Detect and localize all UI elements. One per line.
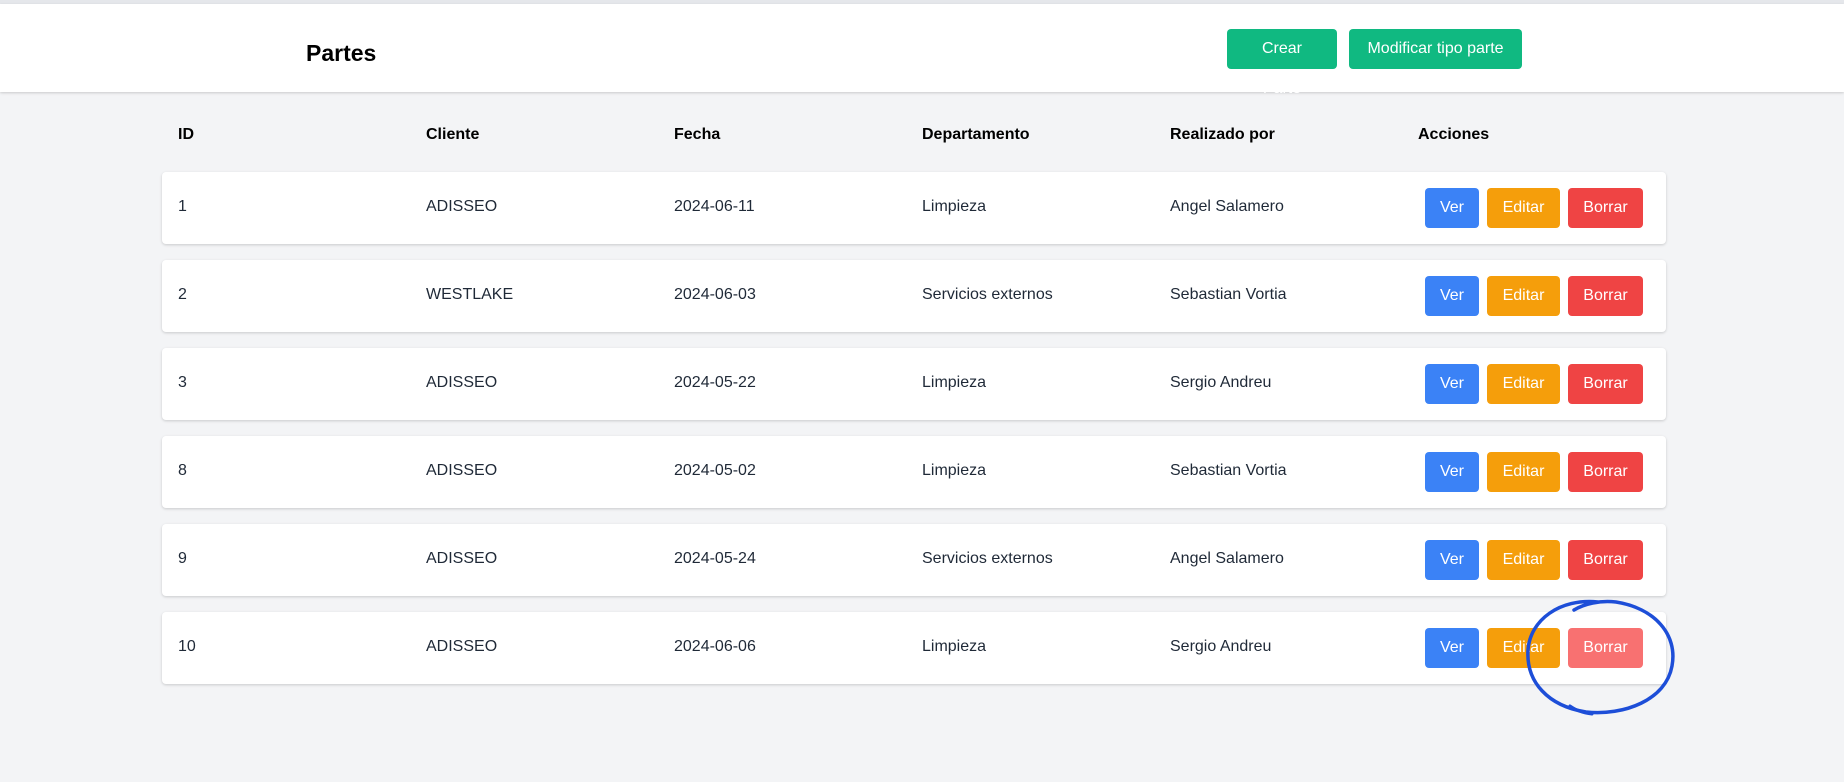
cell-realizado-por: Sebastian Vortia — [1170, 462, 1287, 479]
cell-fecha: 2024-06-06 — [674, 638, 756, 655]
cell-departamento: Servicios externos — [922, 286, 1053, 303]
edit-button[interactable]: Editar — [1487, 276, 1560, 316]
cell-departamento: Limpieza — [922, 462, 987, 479]
cell-realizado-por: Angel Salamero — [1170, 550, 1284, 567]
cell-fecha: 2024-05-02 — [674, 462, 756, 479]
view-button[interactable]: Ver — [1425, 452, 1479, 492]
table-row: 2 WESTLAKE 2024-06-03 Servicios externos… — [162, 260, 1666, 332]
cell-id: 8 — [178, 462, 187, 479]
cell-id: 9 — [178, 550, 187, 567]
column-header-realizado-por: Realizado por — [1170, 126, 1275, 143]
cell-realizado-por: Sebastian Vortia — [1170, 286, 1287, 303]
cell-cliente: ADISSEO — [426, 462, 498, 479]
cell-id: 2 — [178, 286, 187, 303]
cell-fecha: 2024-06-11 — [674, 198, 755, 215]
view-button[interactable]: Ver — [1425, 540, 1479, 580]
modify-parte-type-button[interactable]: Modificar tipo parte — [1349, 29, 1522, 69]
edit-button[interactable]: Editar — [1487, 452, 1560, 492]
table-row: 1 ADISSEO 2024-06-11 Limpieza Angel Sala… — [162, 172, 1666, 244]
cell-departamento: Servicios externos — [922, 550, 1053, 567]
cell-departamento: Limpieza — [922, 374, 987, 391]
column-header-id: ID — [178, 126, 194, 143]
edit-button[interactable]: Editar — [1487, 540, 1560, 580]
delete-button[interactable]: Borrar — [1568, 276, 1643, 316]
table-row: 10 ADISSEO 2024-06-06 Limpieza Sergio An… — [162, 612, 1666, 684]
cell-fecha: 2024-05-22 — [674, 374, 756, 391]
table-row: 3 ADISSEO 2024-05-22 Limpieza Sergio And… — [162, 348, 1666, 420]
column-header-acciones: Acciones — [1418, 126, 1490, 143]
delete-button-highlighted[interactable]: Borrar — [1568, 628, 1643, 668]
cell-fecha: 2024-05-24 — [674, 550, 756, 567]
cell-realizado-por: Sergio Andreu — [1170, 638, 1272, 655]
delete-button[interactable]: Borrar — [1568, 540, 1643, 580]
cell-cliente: WESTLAKE — [426, 286, 514, 303]
cell-cliente: ADISSEO — [426, 550, 498, 567]
cell-cliente: ADISSEO — [426, 198, 498, 215]
edit-button[interactable]: Editar — [1487, 364, 1560, 404]
table-row: 8 ADISSEO 2024-05-02 Limpieza Sebastian … — [162, 436, 1666, 508]
page-title: Partes — [306, 40, 377, 66]
column-header-departamento: Departamento — [922, 126, 1030, 143]
cell-id: 10 — [178, 638, 196, 655]
cell-departamento: Limpieza — [922, 638, 987, 655]
view-button[interactable]: Ver — [1425, 364, 1479, 404]
cell-departamento: Limpieza — [922, 198, 987, 215]
edit-button[interactable]: Editar — [1487, 628, 1560, 668]
view-button[interactable]: Ver — [1425, 188, 1479, 228]
table-header: ID Cliente Fecha Departamento Realizado … — [162, 116, 1666, 156]
page-header: Partes Crear Parte Modificar tipo parte — [0, 4, 1844, 97]
view-button[interactable]: Ver — [1425, 276, 1479, 316]
create-parte-button[interactable]: Crear Parte — [1227, 29, 1337, 97]
cell-id: 1 — [178, 198, 187, 215]
view-button[interactable]: Ver — [1425, 628, 1479, 668]
cell-cliente: ADISSEO — [426, 374, 498, 391]
column-header-cliente: Cliente — [426, 126, 480, 143]
table-row: 9 ADISSEO 2024-05-24 Servicios externos … — [162, 524, 1666, 596]
cell-realizado-por: Angel Salamero — [1170, 198, 1284, 215]
cell-fecha: 2024-06-03 — [674, 286, 756, 303]
delete-button[interactable]: Borrar — [1568, 364, 1643, 404]
delete-button[interactable]: Borrar — [1568, 188, 1643, 228]
delete-button[interactable]: Borrar — [1568, 452, 1643, 492]
cell-id: 3 — [178, 374, 187, 391]
cell-cliente: ADISSEO — [426, 638, 498, 655]
column-header-fecha: Fecha — [674, 126, 721, 143]
edit-button[interactable]: Editar — [1487, 188, 1560, 228]
cell-realizado-por: Sergio Andreu — [1170, 374, 1272, 391]
